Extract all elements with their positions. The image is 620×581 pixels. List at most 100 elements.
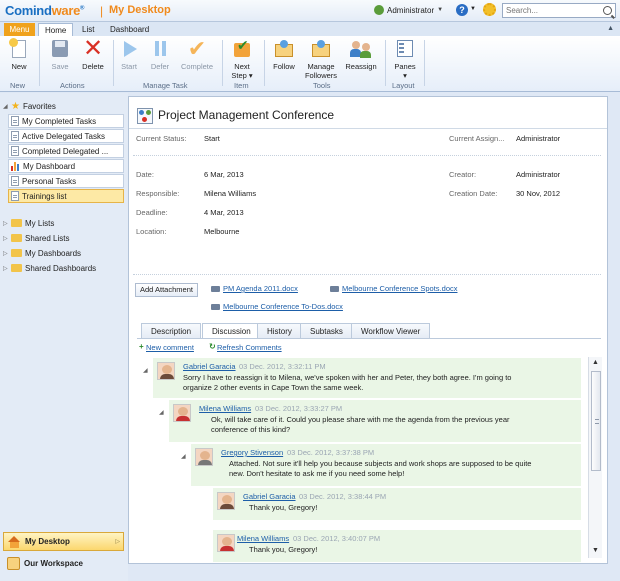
attachment-link[interactable]: PM Agenda 2011.docx [211,284,298,293]
save-button[interactable]: Save [48,38,72,71]
logo-trademark: ® [80,5,85,12]
favorites-star-icon: ★ [11,100,20,112]
next-step-button[interactable]: ✔ Next Step ▾ [227,38,257,80]
sidebar-item-trainings-list[interactable]: Trainings list [8,189,124,203]
group-separator [385,40,386,86]
sidebar-group-shared-dashboards[interactable]: ▷ Shared Dashboards [3,261,96,275]
scrollbar-thumb[interactable] [591,371,601,471]
my-desktop-label: My Desktop [25,537,70,546]
comment-line: Attached. Not sure it'll help you becaus… [229,459,532,468]
group-separator [264,40,265,86]
sidebar-item-my-completed-tasks[interactable]: My Completed Tasks [8,114,124,128]
comment-author[interactable]: Gregory Stivenson [221,448,283,457]
divider [129,128,607,129]
sidebar-item-active-delegated-tasks[interactable]: Active Delegated Tasks [8,129,124,143]
sidebar-group-shared-lists[interactable]: ▷ Shared Lists [3,231,69,245]
sidebar-item-completed-delegated[interactable]: Completed Delegated ... [8,144,124,158]
group-label-layout: Layout [392,81,415,90]
comments-scrollbar[interactable]: ▲ ▼ [588,357,602,558]
complete-button[interactable]: ✔ Complete [178,36,216,72]
sidebar-group-label: My Dashboards [25,248,82,258]
folder-icon [11,234,22,242]
new-document-icon [8,38,30,60]
comment-line: Ok, will take care of it. Could you plea… [211,415,510,424]
next-step-label: Next [234,62,250,71]
delete-button[interactable]: ✕ Delete [79,37,107,72]
reassign-button[interactable]: Reassign [343,38,379,71]
start-button-label: Start [121,62,137,71]
comment-author[interactable]: Milena Williams [237,534,289,543]
collapse-ribbon-icon[interactable]: ▲ [607,25,614,32]
comment-line: conference of this kind? [211,425,291,434]
group-label-actions: Actions [60,81,85,90]
collapse-triangle-icon[interactable]: ◢ [143,367,148,374]
tab-discussion[interactable]: Discussion [202,323,261,339]
settings-gear-icon[interactable] [483,3,496,16]
follow-button[interactable]: Follow [270,38,298,71]
comment-item: Gabriel Garacia 03 Dec. 2012, 3:32:11 PM… [153,358,581,398]
search-input[interactable] [503,4,598,17]
attachment-link[interactable]: Melbourne Conference Spots.docx [330,284,458,293]
document-icon [211,303,220,310]
attachment-link[interactable]: Melbourne Conference To-Dos.docx [211,302,343,311]
plus-icon: + [139,342,144,351]
scroll-down-icon[interactable]: ▼ [592,547,599,554]
manage-followers-button[interactable]: Manage Followers [301,38,341,80]
defer-button[interactable]: Defer [148,38,172,71]
manage-followers-label: Manage [307,62,335,71]
panes-button[interactable]: Panes ▾ [392,38,418,80]
manage-followers-label-2: Followers [304,71,338,80]
collapse-triangle-icon[interactable]: ◢ [159,409,164,416]
date-value: 6 Mar, 2013 [204,170,244,179]
page-title: My Desktop [109,4,171,16]
menu-tab[interactable]: Menu [4,23,35,36]
tab-subtasks[interactable]: Subtasks [300,323,353,339]
sidebar-group-label: Shared Dashboards [25,263,97,273]
dashboard-folder-icon [11,249,22,257]
tab-workflow-viewer[interactable]: Workflow Viewer [351,323,431,339]
sidebar-group-label: My Lists [25,218,55,228]
start-button[interactable]: Start [117,38,141,71]
date-label: Date: [136,170,154,179]
refresh-comments-link[interactable]: Refresh Comments [217,343,282,352]
help-icon[interactable]: ? [456,4,468,16]
checkmark-icon: ✔ [187,36,207,61]
comment-item: Milena Williams 03 Dec. 2012, 3:33:27 PM… [169,400,581,442]
list-page-icon [11,131,19,141]
new-button[interactable]: New [7,38,31,71]
task-icon [137,108,153,124]
new-comment-link[interactable]: New comment [146,343,194,352]
sidebar-group-my-lists[interactable]: ▷ My Lists [3,216,54,230]
save-button-label: Save [51,62,69,71]
sidebar-item-label: Completed Delegated ... [22,146,109,156]
responsible-value: Milena Williams [204,189,257,198]
comment-author[interactable]: Gabriel Garacia [243,492,296,501]
my-desktop-button[interactable]: My Desktop ▷ [3,532,124,551]
sidebar-group-my-dashboards[interactable]: ▷ My Dashboards [3,246,81,260]
delete-button-label: Delete [82,62,104,71]
group-separator [424,40,425,86]
user-menu[interactable]: Administrator ▼ [374,5,443,15]
chevron-right-icon: ▷ [115,539,120,545]
chevron-down-icon[interactable]: ▼ [470,6,476,12]
favorites-node[interactable]: ◢ ★ Favorites [3,99,56,113]
scroll-up-icon[interactable]: ▲ [592,359,599,366]
location-value: Melbourne [204,227,240,236]
tab-history[interactable]: History [257,323,302,339]
our-workspace-button[interactable]: Our Workspace [3,554,124,573]
complete-button-label: Complete [180,62,214,71]
current-assignee-label: Current Assign... [449,134,505,143]
comment-author[interactable]: Gabriel Garacia [183,362,236,371]
comment-body: Thank you, Gregory! [249,503,317,513]
search-icon[interactable] [603,6,612,15]
collapse-triangle-icon[interactable]: ◢ [181,453,186,460]
comment-author[interactable]: Milena Williams [199,404,251,413]
tab-description[interactable]: Description [141,323,202,339]
add-attachment-button[interactable]: Add Attachment [135,283,198,297]
sidebar-item-my-dashboard[interactable]: My Dashboard [8,159,124,173]
tab-dashboard[interactable]: Dashboard [104,23,155,36]
tab-home[interactable]: Home [38,23,74,36]
sidebar-item-personal-tasks[interactable]: Personal Tasks [8,174,124,188]
panes-button-label: Panes [394,62,416,71]
expand-triangle-icon: ▷ [3,220,8,227]
